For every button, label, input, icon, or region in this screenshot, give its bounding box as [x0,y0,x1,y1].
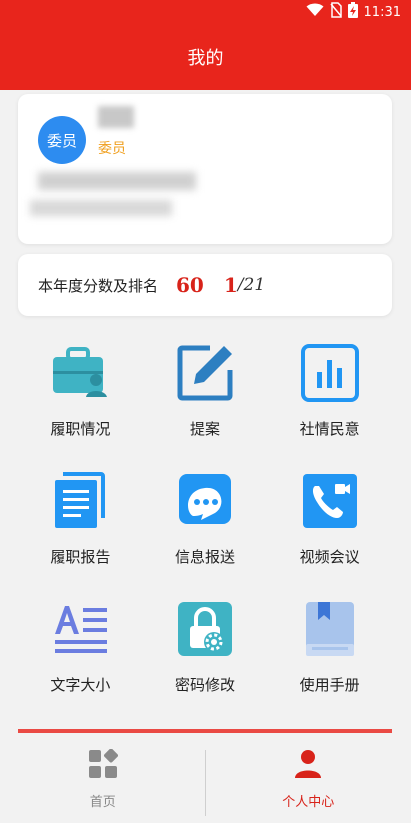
page-title: 我的 [187,48,224,69]
rank-total: /21 [237,275,266,295]
tile-label: 提案 [189,420,220,438]
tile-user-manual[interactable]: 使用手册 [267,586,392,714]
document-icon [49,470,111,532]
tile-label: 使用手册 [299,676,360,694]
status-bar: 11:31 [0,0,411,24]
wifi-icon [306,3,324,21]
tab-label: 个人中心 [282,795,335,810]
user-info-redacted-2 [30,200,172,216]
no-sim-icon [329,2,342,22]
status-time: 11:31 [363,4,401,20]
score-value: 60 [176,273,204,297]
tile-proposal[interactable]: 提案 [143,330,268,458]
tile-info-submit[interactable]: 信息报送 [143,458,268,586]
user-name-redacted [98,106,134,128]
person-icon [294,749,322,783]
function-grid: 履职情况 提案 社情民意 履职报告 信息报送 视频会议 文字大小 密码修改 使用… [18,330,392,714]
tile-public-opinion[interactable]: 社情民意 [267,330,392,458]
tile-label: 履职情况 [50,420,111,438]
tile-duty-status[interactable]: 履职情况 [18,330,143,458]
user-info-redacted-1 [38,172,196,190]
tile-label: 信息报送 [174,548,235,566]
tab-label: 首页 [89,795,116,810]
tile-label: 视频会议 [299,548,360,566]
tile-text-size[interactable]: 文字大小 [18,586,143,714]
tile-label: 履职报告 [50,548,111,566]
app-bar: 我的 [0,24,411,90]
tile-label: 社情民意 [299,420,360,438]
user-role: 委员 [98,141,126,157]
video-call-icon [299,470,361,532]
tile-video-meeting[interactable]: 视频会议 [267,458,392,586]
lock-gear-icon [174,598,236,660]
tab-personal-center[interactable]: 个人中心 [206,733,411,823]
score-label: 本年度分数及排名 [38,276,159,295]
avatar-text: 委员 [46,131,77,150]
tile-duty-report[interactable]: 履职报告 [18,458,143,586]
apps-grid-icon [88,748,118,783]
chat-bubble-icon [174,470,236,532]
tile-change-password[interactable]: 密码修改 [143,586,268,714]
profile-card: 委员 委员 [18,94,392,244]
edit-icon [174,342,236,404]
bar-chart-icon [299,342,361,404]
rank-value: 1 [223,273,238,297]
tab-home[interactable]: 首页 [0,733,206,823]
battery-charging-icon [347,2,358,22]
text-size-icon [49,598,111,660]
tab-divider [205,750,206,816]
tile-label: 文字大小 [50,676,111,694]
score-card[interactable]: 本年度分数及排名 60 1 /21 [18,254,392,316]
avatar[interactable]: 委员 [38,116,86,164]
tile-label: 密码修改 [174,676,235,694]
briefcase-person-icon [49,342,111,404]
manual-book-icon [299,598,361,660]
